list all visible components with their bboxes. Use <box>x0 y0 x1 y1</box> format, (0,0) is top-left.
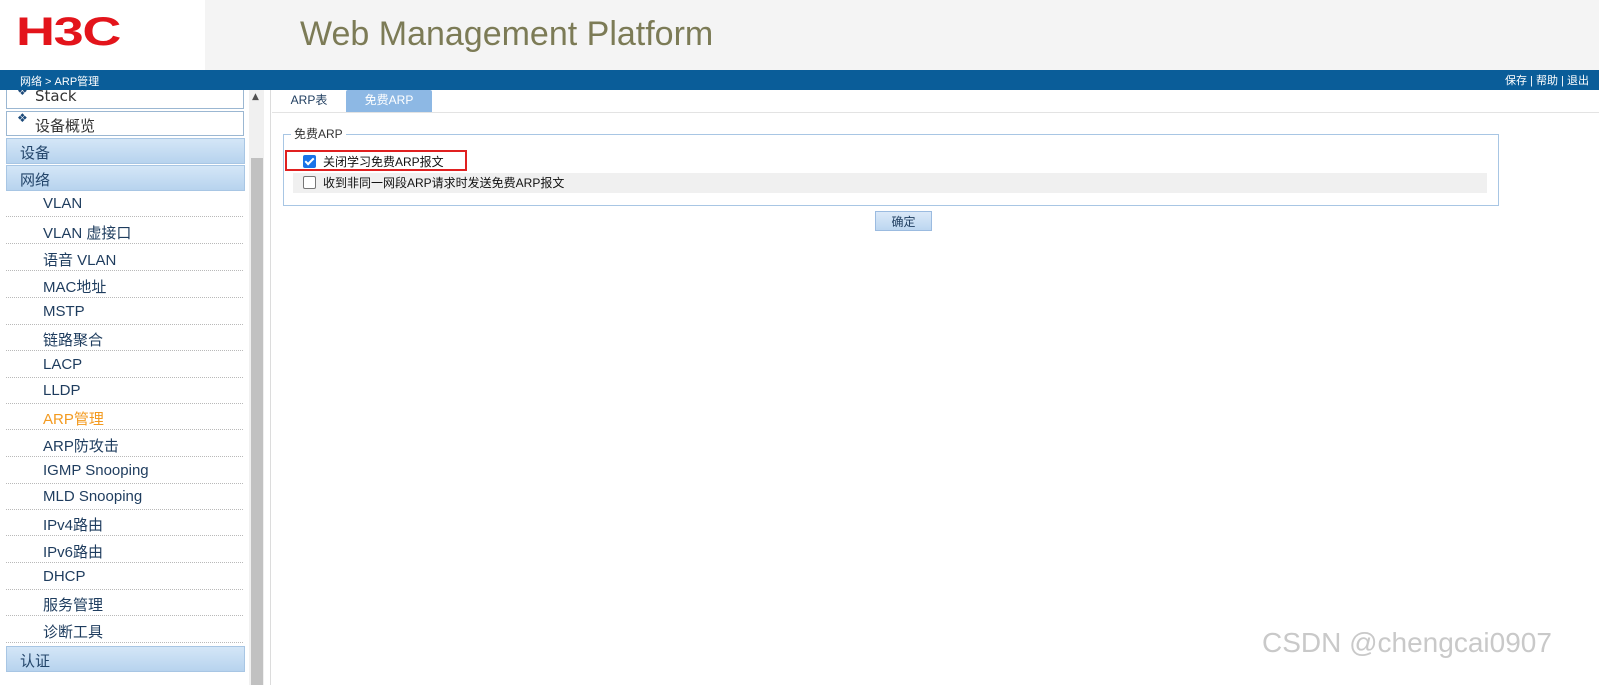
top-bar <box>0 70 1599 90</box>
sidebar-item-service-management[interactable]: 服务管理 <box>6 589 243 616</box>
sidebar-item-link-aggregation[interactable]: 链路聚合 <box>6 324 243 351</box>
send-on-mismatch-checkbox[interactable] <box>303 176 316 189</box>
fieldset-legend: 免费ARP <box>291 127 346 141</box>
scrollbar-thumb[interactable] <box>251 158 263 685</box>
sidebar-item-lacp[interactable]: LACP <box>6 351 243 378</box>
sidebar-item-arp-management[interactable]: ARP管理 <box>6 403 243 430</box>
sidebar-item-mstp[interactable]: MSTP <box>6 298 243 325</box>
watermark: CSDN @chengcai0907 <box>1262 627 1552 658</box>
sidebar-item-igmp-snooping[interactable]: IGMP Snooping <box>6 457 243 484</box>
sidebar-item-vlan-interface[interactable]: VLAN 虚接口 <box>6 217 243 244</box>
help-link[interactable]: 帮助 <box>1536 75 1558 87</box>
sidebar-box-device-overview[interactable]: ❖ 设备概览 <box>6 111 244 136</box>
option-row: 收到非同一网段ARP请求时发送免费ARP报文 <box>293 173 1487 193</box>
confirm-button[interactable]: 确定 <box>875 211 932 231</box>
logout-link[interactable]: 退出 <box>1567 75 1589 87</box>
scroll-up-arrow-icon[interactable]: ▲ <box>252 92 259 102</box>
h3c-logo: H3C <box>16 10 121 54</box>
app-title: Web Management Platform <box>300 15 714 53</box>
sidebar: ❖ Stack ❖ 设备概览 设备 网络 VLAN VLAN 虚接口 语音 VL… <box>0 90 249 685</box>
sidebar-item-voice-vlan[interactable]: 语音 VLAN <box>6 244 243 271</box>
sidebar-item-vlan[interactable]: VLAN <box>6 190 243 217</box>
sidebar-item-ipv6-routing[interactable]: IPv6路由 <box>6 536 243 563</box>
save-link[interactable]: 保存 <box>1505 75 1527 87</box>
red-highlight-box <box>285 150 467 171</box>
sidebar-section-authentication[interactable]: 认证 <box>6 646 245 672</box>
sidebar-item-dhcp[interactable]: DHCP <box>6 563 243 590</box>
sidebar-scrollbar[interactable]: ▲ <box>249 90 264 685</box>
sidebar-section-device[interactable]: 设备 <box>6 138 245 164</box>
send-on-mismatch-label[interactable]: 收到非同一网段ARP请求时发送免费ARP报文 <box>323 176 564 190</box>
header: H3C Web Management Platform <box>0 0 1599 70</box>
sidebar-item-ipv4-routing[interactable]: IPv4路由 <box>6 509 243 536</box>
content-divider <box>270 90 271 685</box>
sidebar-item-diagnostic-tools[interactable]: 诊断工具 <box>6 616 243 643</box>
tab-arp-table[interactable]: ARP表 <box>274 90 344 112</box>
tab-gratuitous-arp[interactable]: 免费ARP <box>346 90 432 112</box>
top-links: 保存 | 帮助 | 退出 <box>1505 75 1589 87</box>
sidebar-item-lldp[interactable]: LLDP <box>6 377 243 404</box>
sidebar-item-mld-snooping[interactable]: MLD Snooping <box>6 483 243 510</box>
sidebar-box-stack[interactable]: ❖ Stack <box>6 90 244 109</box>
sidebar-item-mac-address[interactable]: MAC地址 <box>6 271 243 298</box>
diamond-bullet-icon: ❖ <box>17 90 28 98</box>
sidebar-item-arp-attack-protection[interactable]: ARP防攻击 <box>6 430 243 457</box>
option-row: 关闭学习免费ARP报文 <box>293 152 1487 172</box>
sidebar-section-network[interactable]: 网络 <box>6 165 245 191</box>
breadcrumb: 网络 > ARP管理 <box>20 76 100 88</box>
diamond-bullet-icon: ❖ <box>17 111 28 125</box>
